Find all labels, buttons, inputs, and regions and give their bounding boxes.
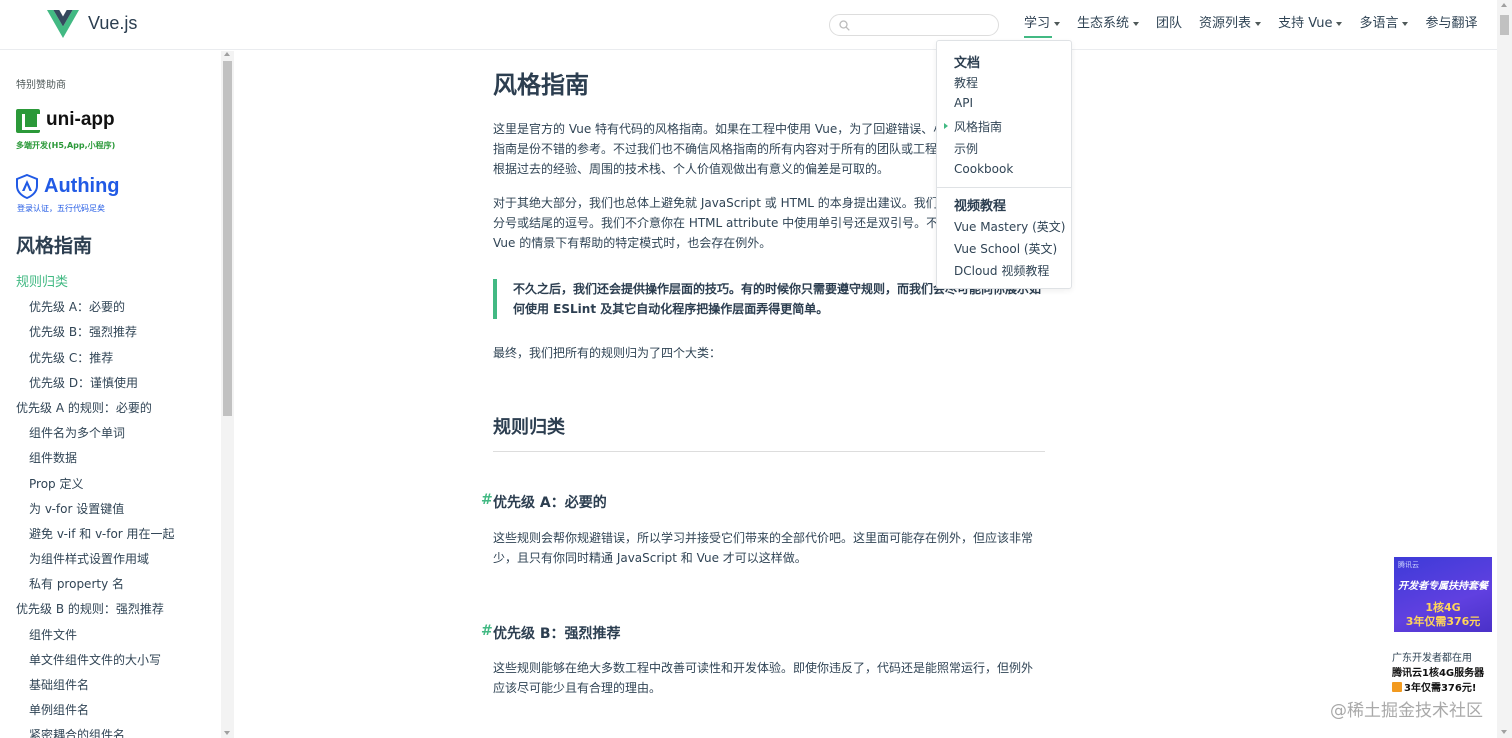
chevron-down-icon <box>1255 21 1262 26</box>
sidebar-item[interactable]: Prop 定义 <box>0 472 234 497</box>
ad-banner-image[interactable]: 腾讯云 开发者专属扶持套餐 1核4G 3年仅需376元 <box>1394 557 1492 632</box>
dropdown-group-videos: 视频教程 <box>954 199 1007 214</box>
uni-app-name[interactable]: uni-app <box>46 109 115 131</box>
main-nav: 学习 生态系统 团队 资源列表 支持 Vue 多语言 参与翻译 <box>1024 0 1494 50</box>
uni-app-logo-icon[interactable] <box>16 109 40 133</box>
nav-languages[interactable]: 多语言 <box>1359 0 1409 50</box>
tencent-cloud-ad[interactable]: 腾讯云 开发者专属扶持套餐 1核4G 3年仅需376元 广东开发者都在用 腾讯云… <box>1386 549 1497 695</box>
chevron-down-icon <box>1133 21 1140 26</box>
page-title: 风格指南 <box>493 71 589 99</box>
sidebar-item[interactable]: 组件数据 <box>0 446 234 471</box>
ad-text-1[interactable]: 广东开发者都在用 <box>1392 649 1472 664</box>
dropdown-item-dcloud[interactable]: DCloud 视频教程 <box>954 262 1049 279</box>
nav-team[interactable]: 团队 <box>1156 0 1182 50</box>
chevron-down-icon <box>1054 21 1061 26</box>
sidebar-scroll-thumb[interactable] <box>223 61 232 416</box>
dropdown-item-api[interactable]: API <box>954 96 973 110</box>
nav-resources[interactable]: 资源列表 <box>1199 0 1262 50</box>
page-scroll-thumb[interactable] <box>1500 15 1509 35</box>
search-box[interactable] <box>829 14 999 36</box>
sidebar-item[interactable]: 组件文件 <box>0 623 234 648</box>
ad-brand: 腾讯云 <box>1398 561 1419 569</box>
dropdown-item-examples[interactable]: 示例 <box>954 140 978 157</box>
heading-priority-a: 优先级 A：必要的 <box>493 495 607 511</box>
sidebar-item[interactable]: 紧密耦合的组件名 <box>0 723 234 738</box>
gift-icon <box>1392 682 1402 692</box>
learn-dropdown-menu: 文档 教程 API 风格指南 示例 Cookbook 视频教程 Vue Mast… <box>936 40 1072 289</box>
sidebar-item[interactable]: 组件名为多个单词 <box>0 421 234 446</box>
nav-support-vue[interactable]: 支持 Vue <box>1278 0 1343 50</box>
vue-logo-icon[interactable] <box>47 10 79 40</box>
anchor-link-priority-a[interactable]: # <box>481 492 493 508</box>
sidebar-item[interactable]: 优先级 B 的规则：强烈推荐 <box>0 597 234 622</box>
watermark: @稀土掘金技术社区 <box>1330 701 1483 721</box>
authing-name[interactable]: Authing <box>44 175 120 198</box>
sidebar-item[interactable]: 基础组件名 <box>0 673 234 698</box>
heading-priority-b: 优先级 B：强烈推荐 <box>493 626 621 642</box>
search-input[interactable] <box>854 17 994 33</box>
nav-translate[interactable]: 参与翻译 <box>1425 0 1477 50</box>
chevron-down-icon <box>1336 21 1343 26</box>
scroll-up-arrow-icon[interactable] <box>224 52 230 56</box>
sidebar-item[interactable]: 优先级 C：推荐 <box>0 346 234 371</box>
uni-app-subtitle: 多端开发(H5,App,小程序) <box>16 141 116 150</box>
dropdown-item-style-guide[interactable]: 风格指南 <box>943 118 1002 135</box>
scroll-down-arrow-icon[interactable] <box>1501 730 1507 734</box>
priority-b-paragraph: 这些规则能够在绝大多数工程中改善可读性和开发体验。即使你违反了，代码还是能照常运… <box>493 661 1034 695</box>
dropdown-group-docs: 文档 <box>954 56 981 71</box>
search-icon <box>839 20 850 31</box>
sidebar-item[interactable]: 规则归类 <box>0 270 234 295</box>
sidebar: 特别赞助商 uni-app 多端开发(H5,App,小程序) Authing 登… <box>0 51 234 738</box>
sidebar-item[interactable]: 为组件样式设置作用域 <box>0 547 234 572</box>
scroll-down-arrow-icon[interactable] <box>224 731 230 735</box>
ad-price: 3年仅需376元 <box>1405 615 1481 628</box>
dropdown-item-cookbook[interactable]: Cookbook <box>954 162 1013 176</box>
sidebar-item[interactable]: 私有 property 名 <box>0 572 234 597</box>
scroll-up-arrow-icon[interactable] <box>1501 3 1507 7</box>
dropdown-divider <box>937 187 1071 188</box>
ad-headline: 开发者专属扶持套餐 <box>1398 581 1488 592</box>
sidebar-item[interactable]: 优先级 D：谨慎使用 <box>0 371 234 396</box>
sidebar-item[interactable]: 单例组件名 <box>0 698 234 723</box>
sponsor-label: 特别赞助商 <box>16 80 66 91</box>
authing-shield-icon[interactable] <box>16 174 38 199</box>
sidebar-item[interactable]: 避免 v-if 和 v-for 用在一起 <box>0 522 234 547</box>
brand-name[interactable]: Vue.js <box>88 13 137 34</box>
sidebar-item[interactable]: 优先级 B：强烈推荐 <box>0 320 234 345</box>
priority-a-paragraph: 这些规则会帮你规避错误，所以学习并接受它们带来的全部代价吧。这里面可能存在例外，… <box>493 531 1034 565</box>
dropdown-item-tutorial[interactable]: 教程 <box>954 74 978 91</box>
categories-intro: 最终，我们把所有的规则归为了四个大类： <box>493 346 722 360</box>
sidebar-item[interactable]: 单文件组件文件的大小写 <box>0 648 234 673</box>
sidebar-item[interactable]: 优先级 A 的规则：必要的 <box>0 396 234 421</box>
sidebar-toc: 规则归类 优先级 A：必要的 优先级 B：强烈推荐 优先级 C：推荐 优先级 D… <box>0 270 234 738</box>
top-navbar: Vue.js 学习 生态系统 团队 资源列表 支持 Vue 多语言 参与翻译 <box>0 0 1497 50</box>
chevron-down-icon <box>1402 21 1409 26</box>
nav-ecosystem[interactable]: 生态系统 <box>1077 0 1140 50</box>
sidebar-scrollbar[interactable] <box>221 51 234 738</box>
page-scrollbar[interactable] <box>1497 0 1512 738</box>
ad-text-3[interactable]: 3年仅需376元! <box>1392 679 1476 694</box>
anchor-link-priority-b[interactable]: # <box>481 623 493 639</box>
sidebar-item[interactable]: 为 v-for 设置键值 <box>0 497 234 522</box>
sidebar-title: 风格指南 <box>16 235 93 257</box>
authing-subtitle: 登录认证，五行代码足矣 <box>17 204 105 213</box>
dropdown-item-vue-school[interactable]: Vue School (英文) <box>954 240 1057 257</box>
sidebar-item[interactable]: 优先级 A：必要的 <box>0 295 234 320</box>
section-heading-categories: 规则归类 <box>493 413 1045 452</box>
dropdown-item-vue-mastery[interactable]: Vue Mastery (英文) <box>954 218 1065 235</box>
ad-text-2[interactable]: 腾讯云1核4G服务器 <box>1392 664 1484 679</box>
